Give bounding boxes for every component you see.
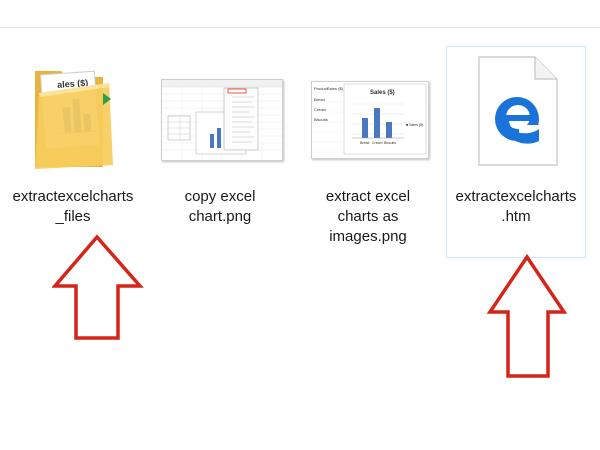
red-up-arrow-icon: [52, 234, 144, 340]
file-item-extract-excel-charts-as-images[interactable]: Product Sales ($) Bread Cream Biscuits S…: [298, 48, 438, 248]
file-item-copy-excel-chart[interactable]: copy excel chart.png: [150, 48, 290, 248]
file-name: extractexcelcharts .htm: [455, 188, 577, 225]
file-item-folder[interactable]: ales ($) extractexcelcharts _files: [6, 48, 140, 248]
explorer-top-bar: [0, 0, 600, 28]
svg-text:Sales ($): Sales ($): [327, 86, 344, 91]
svg-text:Bread: Bread: [314, 97, 325, 102]
svg-text:Cream: Cream: [372, 141, 383, 145]
file-list[interactable]: ales ($) extractexcelcharts _files copy …: [0, 28, 600, 450]
svg-text:Biscuits: Biscuits: [384, 141, 396, 145]
edge-document-icon: [478, 56, 558, 166]
file-name: copy excel chart.png: [184, 188, 256, 225]
excel-screenshot-thumbnail: [162, 80, 282, 160]
svg-text:Biscuits: Biscuits: [314, 117, 328, 122]
svg-text:■ Sales ($): ■ Sales ($): [406, 123, 423, 127]
excel-chart-thumbnail: Product Sales ($) Bread Cream Biscuits S…: [312, 83, 428, 155]
svg-text:Bread: Bread: [360, 141, 369, 145]
image-thumbnail: Product Sales ($) Bread Cream Biscuits S…: [311, 81, 429, 159]
file-item-extractexcelcharts-htm[interactable]: extractexcelcharts .htm: [446, 46, 586, 258]
folder-icon: ales ($): [35, 70, 113, 169]
svg-text:Cream: Cream: [314, 107, 327, 112]
image-thumbnail: [161, 79, 283, 161]
svg-text:Sales ($): Sales ($): [370, 90, 395, 96]
file-name: extractexcelcharts _files: [12, 188, 134, 225]
red-up-arrow-icon: [486, 254, 568, 378]
file-name: extract excel charts as images.png: [325, 188, 411, 245]
